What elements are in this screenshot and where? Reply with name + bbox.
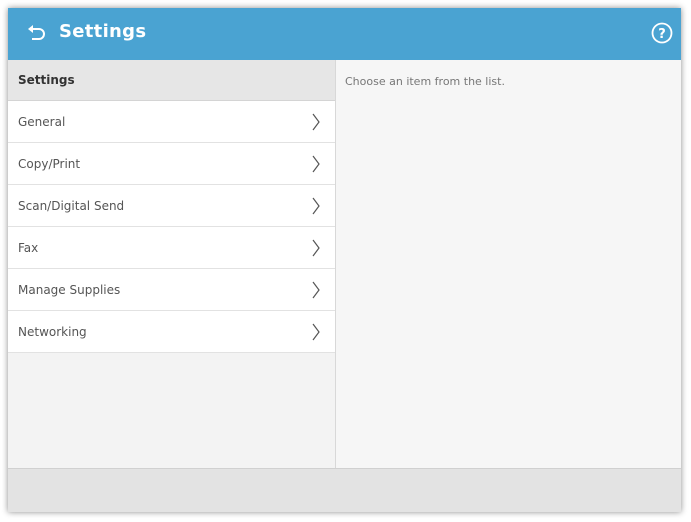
settings-list-panel: Settings General Copy/Print Scan/Digital…	[8, 60, 336, 468]
list-item-scan-digital-send[interactable]: Scan/Digital Send	[8, 185, 335, 227]
svg-text:?: ?	[658, 27, 666, 42]
list-item-fax[interactable]: Fax	[8, 227, 335, 269]
page-title: Settings	[59, 21, 147, 42]
help-icon[interactable]: ?	[651, 22, 673, 44]
detail-panel: Choose an item from the list.	[336, 60, 681, 468]
chevron-right-icon	[312, 113, 320, 131]
chevron-right-icon	[312, 323, 320, 341]
list-item-label: Copy/Print	[18, 156, 81, 171]
list-item-copy-print[interactable]: Copy/Print	[8, 143, 335, 185]
chevron-right-icon	[312, 197, 320, 215]
list-item-label: General	[18, 114, 66, 129]
back-arrow-icon[interactable]	[26, 23, 48, 45]
list-item-general[interactable]: General	[8, 101, 335, 143]
list-item-label: Networking	[18, 324, 87, 339]
list-item-networking[interactable]: Networking	[8, 311, 335, 353]
header-bar: Settings ?	[8, 8, 681, 60]
chevron-right-icon	[312, 239, 320, 257]
empty-state-hint: Choose an item from the list.	[345, 75, 505, 88]
list-item-label: Fax	[18, 240, 39, 255]
list-item-manage-supplies[interactable]: Manage Supplies	[8, 269, 335, 311]
list-heading: Settings	[8, 60, 335, 101]
chevron-right-icon	[312, 155, 320, 173]
settings-window: Settings ? Settings General Copy/Print S…	[8, 8, 681, 512]
chevron-right-icon	[312, 281, 320, 299]
list-item-label: Manage Supplies	[18, 282, 121, 297]
list-item-label: Scan/Digital Send	[18, 198, 125, 213]
footer-bar	[8, 468, 681, 512]
